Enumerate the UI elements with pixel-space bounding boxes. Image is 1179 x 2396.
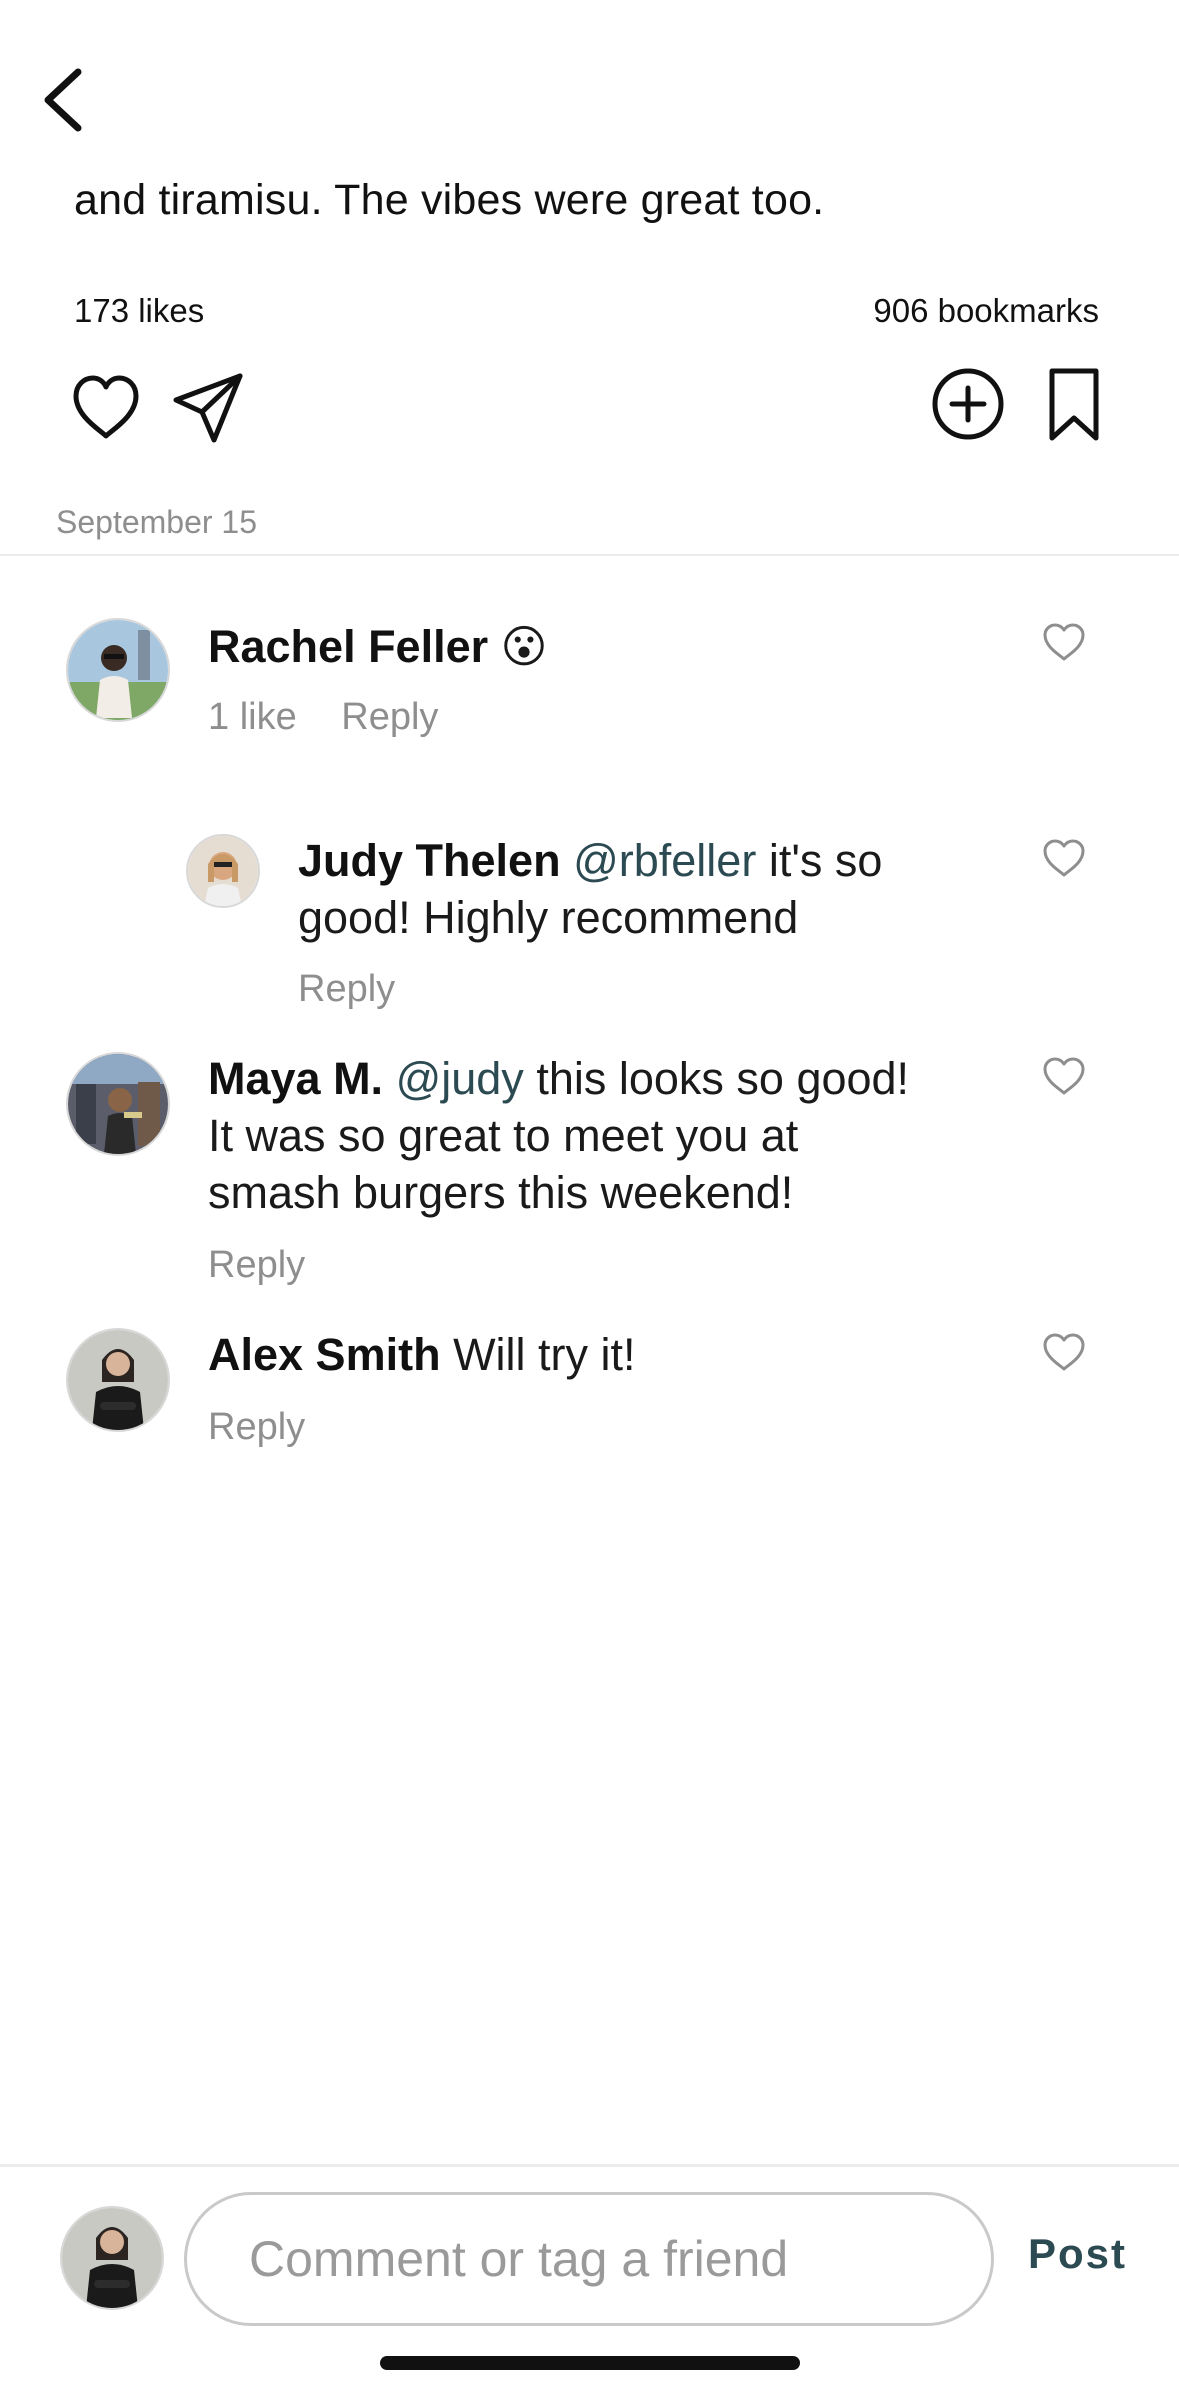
mention-link[interactable]: @judy [396, 1053, 524, 1104]
comment-author[interactable]: Maya M. [208, 1053, 383, 1104]
current-user-avatar[interactable] [60, 2206, 164, 2310]
comment-meta: 1 like Reply [208, 696, 438, 739]
comment-meta: Reply [208, 1244, 305, 1287]
comment-body: Judy Thelen @rbfeller it's so good! High… [298, 832, 1018, 946]
mention-link[interactable]: @rbfeller [573, 835, 756, 886]
add-to-list-button[interactable] [930, 366, 1006, 442]
reaction-emoji: 😮 [500, 621, 548, 672]
chevron-left-icon [44, 68, 82, 132]
post-caption: and tiramisu. The vibes were great too. [74, 176, 825, 224]
heart-icon [1043, 839, 1085, 877]
paper-plane-icon [173, 373, 243, 443]
comment-text: good! Highly recommend [298, 892, 799, 943]
comment-author[interactable]: Alex Smith [208, 1329, 441, 1380]
plus-circle-icon [932, 368, 1004, 440]
comment-like-button[interactable] [1042, 622, 1086, 662]
comment-author[interactable]: Rachel Feller [208, 621, 488, 672]
reply-button[interactable]: Reply [298, 968, 395, 1010]
reply-button[interactable]: Reply [208, 1406, 305, 1448]
comment-text: it's so [768, 835, 883, 886]
comment-like-count[interactable]: 1 like [208, 696, 297, 738]
home-indicator[interactable] [380, 2356, 800, 2370]
comment-body: Rachel Feller 😮 [208, 618, 548, 675]
heart-icon [73, 375, 139, 439]
comment-meta: Reply [208, 1406, 305, 1449]
likes-count[interactable]: 173 likes [74, 292, 204, 330]
comment-text: this looks so good! [536, 1053, 910, 1104]
bookmark-button[interactable] [1044, 366, 1104, 444]
avatar-photo [188, 836, 258, 906]
avatar-photo [68, 620, 168, 720]
comment-body: Maya M. @judy this looks so good! It was… [208, 1050, 1028, 1221]
heart-icon [1043, 1333, 1085, 1371]
avatar[interactable] [66, 618, 170, 722]
avatar-photo [62, 2208, 162, 2308]
comment-author[interactable]: Judy Thelen [298, 835, 561, 886]
comment-like-button[interactable] [1042, 1056, 1086, 1096]
heart-icon [1043, 1057, 1085, 1095]
comment-meta: Reply [298, 968, 395, 1011]
reply-button[interactable]: Reply [208, 1244, 305, 1286]
avatar[interactable] [186, 834, 260, 908]
post-date: September 15 [56, 504, 258, 540]
bookmarks-count[interactable]: 906 bookmarks [873, 292, 1099, 330]
comment-text: smash burgers this weekend! [208, 1167, 794, 1218]
like-button[interactable] [70, 372, 142, 444]
comment-input[interactable] [184, 2192, 994, 2326]
heart-icon [1043, 623, 1085, 661]
comments-screen: and tiramisu. The vibes were great too. … [0, 0, 1179, 2396]
comment-like-button[interactable] [1042, 838, 1086, 878]
comment-like-button[interactable] [1042, 1332, 1086, 1372]
bookmark-icon [1049, 368, 1099, 441]
divider [0, 554, 1179, 556]
avatar-photo [68, 1054, 168, 1154]
comment-text: It was so great to meet you at [208, 1110, 799, 1161]
share-button[interactable] [170, 370, 246, 446]
back-button[interactable] [34, 60, 98, 140]
avatar[interactable] [66, 1052, 170, 1156]
reply-button[interactable]: Reply [341, 696, 438, 738]
avatar[interactable] [66, 1328, 170, 1432]
comment-body: Alex Smith Will try it! [208, 1326, 636, 1383]
avatar-photo [68, 1330, 168, 1430]
comment-text: Will try it! [453, 1329, 636, 1380]
post-button[interactable]: Post [1028, 2230, 1127, 2278]
